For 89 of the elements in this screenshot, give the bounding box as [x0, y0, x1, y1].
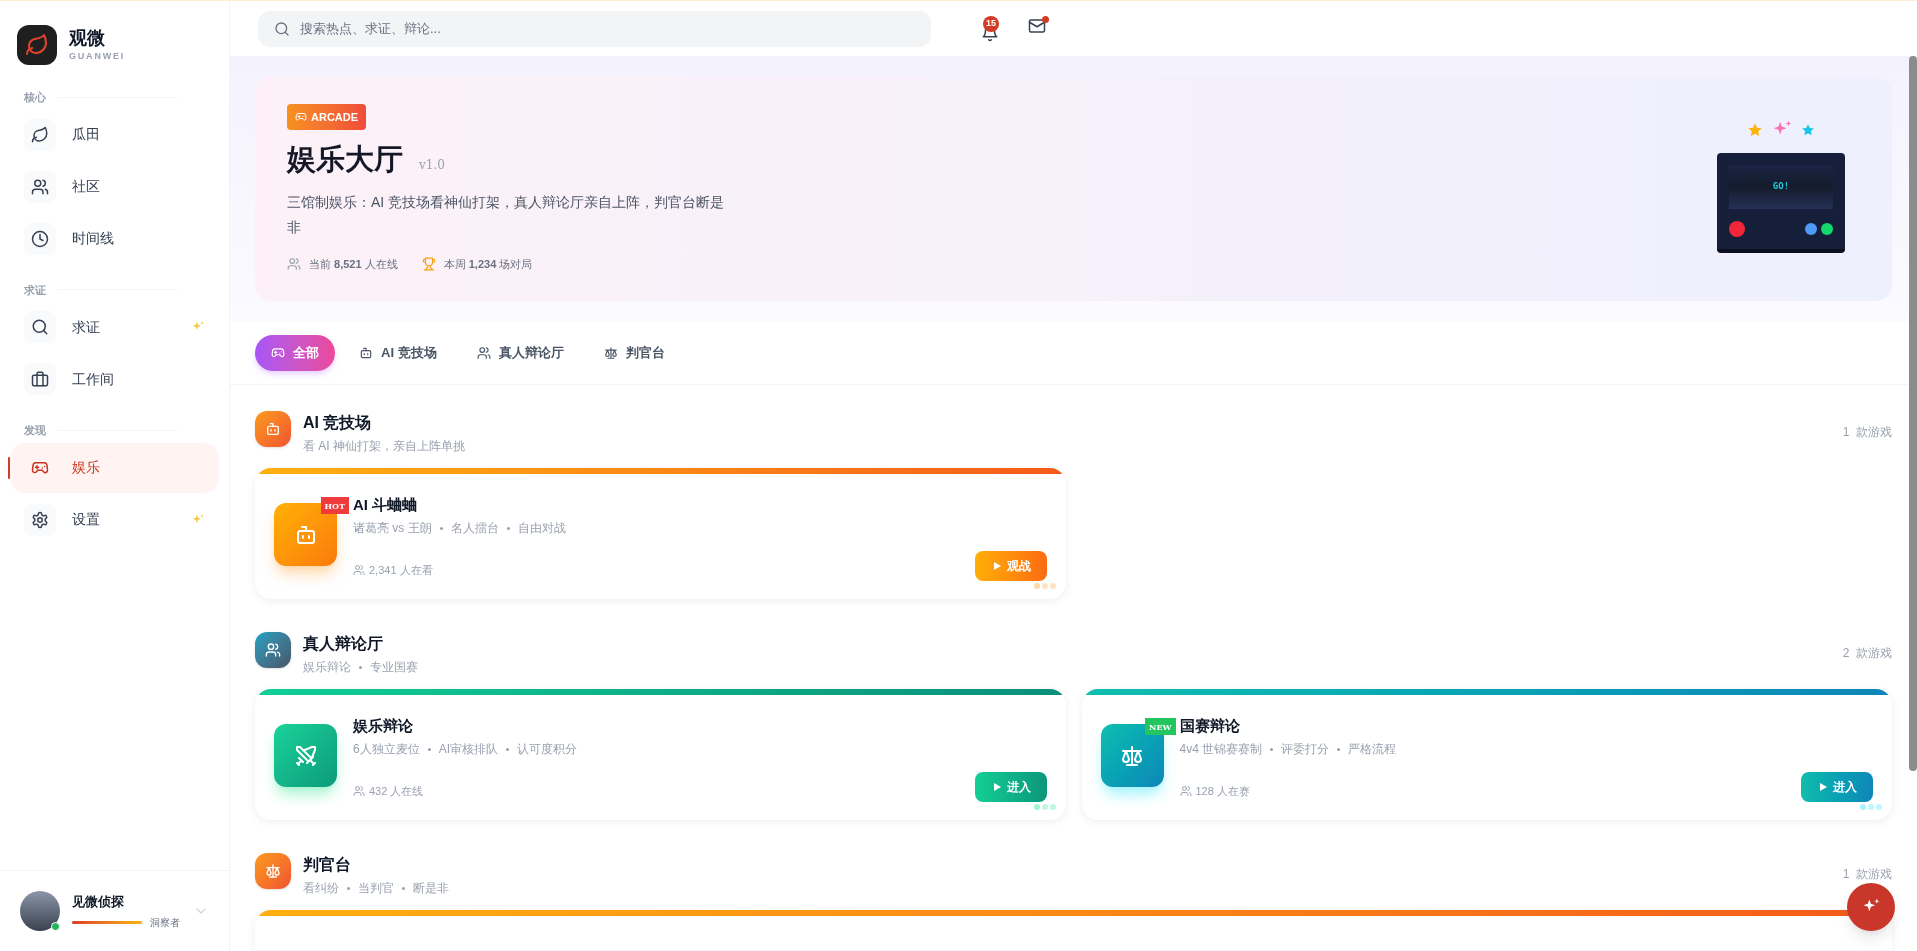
nav-group-label: 发现	[24, 423, 46, 438]
mail-icon	[1028, 16, 1046, 35]
section-subtitle: 断是非	[413, 880, 449, 897]
game-title: 国赛辩论	[1179, 716, 1241, 736]
search-field[interactable]: 搜索热点、求证、辩论...	[258, 10, 931, 47]
nav-item[interactable]: 娱乐	[10, 442, 219, 493]
game-count: 1 款游戏	[1842, 866, 1892, 883]
section-title: AI 竞技场	[303, 413, 373, 433]
filter-tab[interactable]: 真人辩论厅	[460, 335, 580, 371]
nav-item[interactable]: 工作间	[10, 354, 219, 404]
section-title: 真人辩论厅	[303, 634, 384, 654]
user-name: 见微侦探	[72, 892, 125, 911]
arcade-tag: ARCADE	[287, 104, 367, 130]
gamepad-icon	[271, 346, 285, 360]
brand-subtitle: GUANWEI	[69, 50, 126, 64]
game-tag: 自由对战	[517, 519, 566, 537]
nav-icon	[31, 370, 49, 388]
hero-title: 娱乐大厅	[287, 142, 403, 177]
pager-dots-drawing	[1033, 804, 1056, 810]
game-tag: 诸葛亮 vs 王朗	[353, 519, 432, 537]
nav-item[interactable]: 设置	[10, 494, 219, 545]
game-tag: 认可度积分	[517, 740, 578, 758]
game-title: AI 斗蛐蛐	[353, 495, 419, 515]
robot-icon	[359, 346, 373, 360]
nav-group-label: 求证	[24, 282, 46, 298]
hero-stat: 当前 8,521 人在线	[309, 256, 398, 272]
game-tag: 严格流程	[1348, 740, 1397, 758]
game-badge: HOT	[320, 497, 349, 514]
users-icon	[476, 346, 491, 360]
star-icon	[1801, 123, 1815, 137]
swords-icon	[293, 743, 318, 768]
game-tag: 评委打分	[1281, 740, 1330, 758]
scale-icon	[265, 863, 281, 879]
game-title: 娱乐辩论	[353, 716, 414, 736]
users-icon	[287, 256, 301, 271]
game-badge: NEW	[1145, 718, 1176, 735]
filter-tab[interactable]: 判官台	[587, 335, 681, 371]
game-stat: 2,341 人在看	[369, 562, 433, 578]
version-label: v1.0	[419, 156, 445, 174]
users-icon	[1179, 785, 1192, 797]
game-tag: 4v4 世锦赛赛制	[1179, 740, 1263, 758]
game-count: 1 款游戏	[1842, 424, 1892, 441]
game-stat: 128 人在赛	[1195, 783, 1250, 799]
game-tag: AI审核排队	[438, 740, 499, 758]
game-tag: 名人擂台	[450, 519, 499, 537]
ai-assistant-button[interactable]	[1847, 883, 1895, 931]
notification-count-badge: 15	[983, 15, 999, 32]
star-icon	[1747, 122, 1763, 138]
nav-item[interactable]: 时间线	[10, 213, 219, 264]
gamepad-icon	[295, 111, 307, 123]
robot-icon	[265, 421, 281, 437]
notifications-button[interactable]: 15	[975, 15, 1005, 46]
users-icon	[353, 785, 365, 797]
user-rank: 洞察者	[150, 916, 180, 931]
hero-description: 三馆制娱乐：AI 竞技场看神仙打架，真人辩论厅亲自上阵，判官台断是非	[287, 192, 726, 237]
screen-text: GO!	[1772, 180, 1790, 194]
section-subtitle: 娱乐辩论	[303, 659, 351, 676]
section-title: 判官台	[303, 855, 352, 875]
nav-icon	[31, 177, 49, 196]
users-icon	[265, 642, 281, 658]
scale-icon	[1120, 743, 1144, 768]
scale-icon	[603, 346, 618, 360]
users-icon	[353, 564, 365, 576]
nav-icon	[31, 229, 49, 248]
nav-icon	[31, 510, 49, 529]
filter-tab[interactable]: AI 竞技场	[343, 335, 453, 371]
pager-dots-drawing	[1860, 804, 1882, 810]
leaf-logo-icon	[17, 25, 57, 65]
nav-icon	[31, 318, 49, 336]
trophy-icon	[421, 256, 436, 271]
section-subtitle: 看纠纷	[303, 880, 339, 897]
nav-item[interactable]: 瓜田	[10, 109, 219, 160]
avatar-photo-placeholder	[20, 891, 60, 931]
nav-item[interactable]: 求证	[10, 302, 219, 352]
nav-group-label: 核心	[24, 90, 46, 105]
play-icon	[1817, 781, 1829, 793]
hero-stat: 本周 1,234 场对局	[443, 256, 533, 272]
filter-tab[interactable]: 全部	[255, 335, 335, 371]
game-tag: 6人独立麦位	[353, 740, 420, 758]
brand-name: 观微	[69, 27, 106, 51]
section-subtitle: 当判官	[358, 880, 394, 897]
nav-icon	[31, 125, 49, 144]
game-count: 2 款游戏	[1842, 645, 1892, 662]
search-icon	[274, 20, 290, 37]
game-stat: 432 人在线	[369, 783, 424, 799]
section-subtitle: 看 AI 神仙打架，亲自上阵单挑	[303, 438, 465, 455]
pager-dots-drawing	[1033, 583, 1056, 589]
section-subtitle: 专业国赛	[370, 659, 418, 676]
nav-item[interactable]: 社区	[10, 161, 219, 212]
